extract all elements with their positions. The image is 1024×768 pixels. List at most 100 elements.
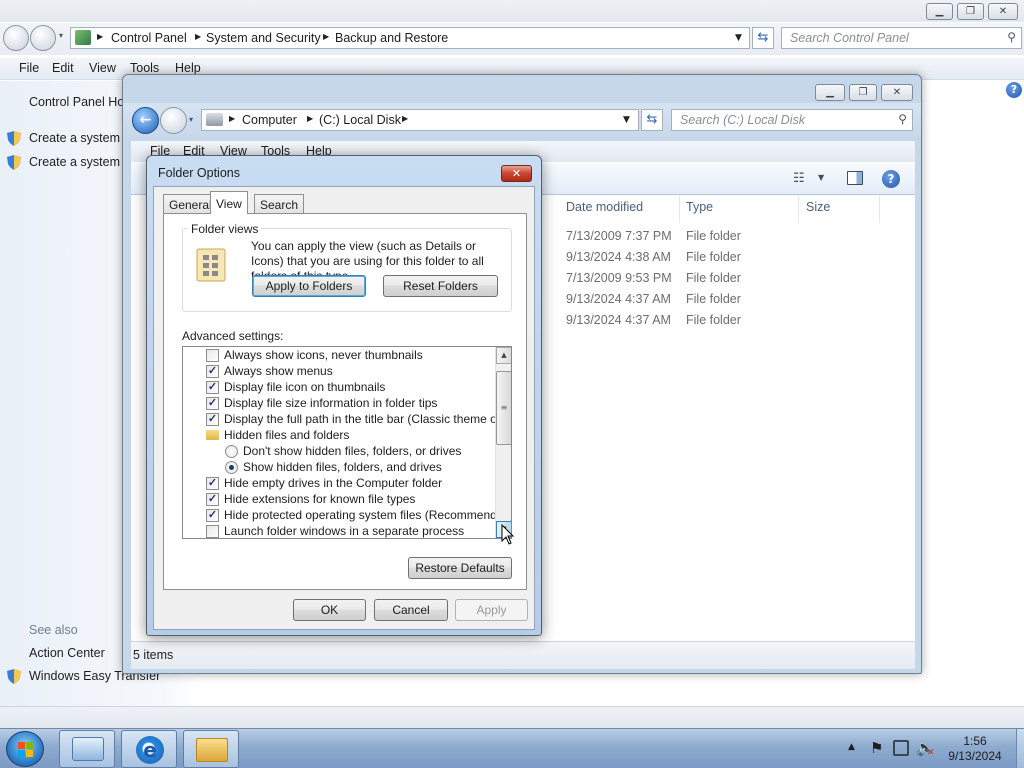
checkbox-checked[interactable]: ✓ [206,413,219,426]
column-divider[interactable] [679,195,680,223]
tab-search[interactable]: Search [254,194,305,214]
menu-help[interactable]: Help [175,61,201,75]
explorer-status-bar: 5 items [131,641,915,669]
explorer-close-button[interactable]: ✕ [881,84,913,101]
ok-button[interactable]: OK [293,599,366,621]
view-options-dropdown-icon[interactable]: ▼ [818,173,824,182]
reset-folders-button[interactable]: Reset Folders [383,275,498,297]
setting-hide-protected-files[interactable]: ✓ Hide protected operating system files … [183,507,511,523]
close-button[interactable]: ✕ [988,3,1018,20]
address-bar[interactable]: ▶ Control Panel ▶ System and Security ▶ … [70,27,750,49]
back-button[interactable] [3,25,29,51]
breadcrumb-system-security[interactable]: System and Security [206,31,321,45]
recent-pages-icon[interactable]: ▾ [59,31,63,40]
scrollbar-thumb[interactable]: ≡ [496,371,511,445]
explorer-recent-pages-icon[interactable]: ▾ [189,115,193,124]
column-divider[interactable] [798,195,799,223]
checkbox[interactable] [206,525,219,538]
explorer-address-bar[interactable]: ▶ Computer ▶ (C:) Local Disk ▶ ▼ [201,109,639,131]
menu-tools[interactable]: Tools [130,61,159,75]
checkbox-checked[interactable]: ✓ [206,509,219,522]
search-icon[interactable]: ⚲ [1007,30,1016,44]
see-also-heading: See also [29,623,78,637]
address-dropdown-icon[interactable]: ▼ [735,33,742,43]
row-type: File folder [686,271,741,285]
setting-display-file-icon-thumbnails[interactable]: ✓ Display file icon on thumbnails [183,379,493,395]
preview-pane-icon[interactable] [847,171,863,185]
checkbox-checked[interactable]: ✓ [206,365,219,378]
create-system-image-link[interactable]: Create a system in [29,131,133,145]
maximize-button[interactable]: ❐ [957,3,984,20]
change-view-icon[interactable]: ☷ [793,171,805,186]
column-size[interactable]: Size [806,200,830,214]
column-type[interactable]: Type [686,200,713,214]
setting-display-file-size-info[interactable]: ✓ Display file size information in folde… [183,395,493,411]
taskbar-windows-explorer[interactable] [183,730,239,768]
advanced-settings-list[interactable]: Always show icons, never thumbnails ✓ Al… [182,346,512,539]
action-center-flag-icon[interactable]: ⚑ [870,739,883,757]
apply-button: Apply [455,599,528,621]
setting-hide-empty-drives[interactable]: ✓ Hide empty drives in the Computer fold… [183,475,493,491]
setting-hide-extensions[interactable]: ✓ Hide extensions for known file types [183,491,493,507]
checkbox-checked[interactable]: ✓ [206,493,219,506]
radio-button-selected[interactable] [225,461,238,474]
show-hidden-icons-icon[interactable]: ▲ [848,742,855,752]
explorer-search-icon[interactable]: ⚲ [898,112,907,126]
advanced-settings-scrollbar[interactable]: ▲ ≡ ▼ [495,347,511,538]
setting-label: Display file icon on thumbnails [224,380,386,394]
uac-shield-icon [7,131,21,146]
setting-always-show-menus[interactable]: ✓ Always show menus [183,363,493,379]
checkbox[interactable] [206,349,219,362]
menu-view[interactable]: View [89,61,116,75]
checkbox-checked[interactable]: ✓ [206,397,219,410]
forward-button[interactable] [30,25,56,51]
explorer-address-dropdown-icon[interactable]: ▼ [623,115,630,125]
setting-label: Always show menus [224,364,333,378]
explorer-refresh-icon[interactable]: ⇆ [641,109,663,131]
show-desktop-button[interactable] [1016,729,1024,768]
search-control-panel-input[interactable]: Search Control Panel ⚲ [781,27,1022,49]
restore-defaults-button[interactable]: Restore Defaults [408,557,512,579]
explorer-minimize-button[interactable]: ▁ [815,84,845,101]
system-clock[interactable]: 1:56 9/13/2024 [938,734,1012,764]
explorer-maximize-button[interactable]: ❐ [849,84,877,101]
setting-always-show-icons[interactable]: Always show icons, never thumbnails [183,347,493,363]
action-center-link[interactable]: Action Center [29,646,105,660]
scroll-up-button[interactable]: ▲ [496,347,511,364]
column-date-modified[interactable]: Date modified [566,200,643,214]
setting-display-full-path[interactable]: ✓ Display the full path in the title bar… [183,411,511,427]
setting-group-hidden-files: Hidden files and folders [183,427,493,443]
setting-launch-separate-process[interactable]: Launch folder windows in a separate proc… [183,523,493,538]
breadcrumb-backup-restore[interactable]: Backup and Restore [335,31,448,45]
minimize-button[interactable]: ▁ [926,3,953,20]
network-icon[interactable] [893,740,909,756]
checkbox-checked[interactable]: ✓ [206,477,219,490]
help-icon[interactable]: ? [1006,82,1022,98]
search-local-disk-input[interactable]: Search (C:) Local Disk ⚲ [671,109,913,131]
refresh-icon[interactable]: ⇆ [752,27,774,49]
create-system-repair-disc-link[interactable]: Create a system re [29,155,135,169]
control-panel-home-link[interactable]: Control Panel Hor [29,95,128,109]
cancel-button[interactable]: Cancel [374,599,448,621]
start-button[interactable] [6,731,44,767]
breadcrumb-computer[interactable]: Computer [242,113,297,127]
taskbar-control-panel[interactable] [59,730,115,768]
taskbar-internet-explorer[interactable]: e [121,730,177,768]
column-divider[interactable] [879,195,880,223]
breadcrumb-separator-icon: ▶ [323,32,330,41]
tab-view[interactable]: View [210,191,248,214]
menu-edit[interactable]: Edit [52,61,74,75]
menu-file[interactable]: File [19,61,39,75]
explorer-help-icon[interactable]: ? [882,170,900,188]
checkbox-checked[interactable]: ✓ [206,381,219,394]
dialog-close-button[interactable]: ✕ [501,165,532,182]
setting-dont-show-hidden[interactable]: Don't show hidden files, folders, or dri… [183,443,493,459]
breadcrumb-control-panel[interactable]: Control Panel [111,31,187,45]
setting-show-hidden[interactable]: Show hidden files, folders, and drives [183,459,493,475]
radio-button[interactable] [225,445,238,458]
internet-explorer-icon: e [136,736,164,764]
explorer-back-button[interactable]: ← [132,107,159,134]
apply-to-folders-button[interactable]: Apply to Folders [252,275,366,297]
breadcrumb-local-disk[interactable]: (C:) Local Disk [319,113,401,127]
explorer-forward-button[interactable] [160,107,187,134]
